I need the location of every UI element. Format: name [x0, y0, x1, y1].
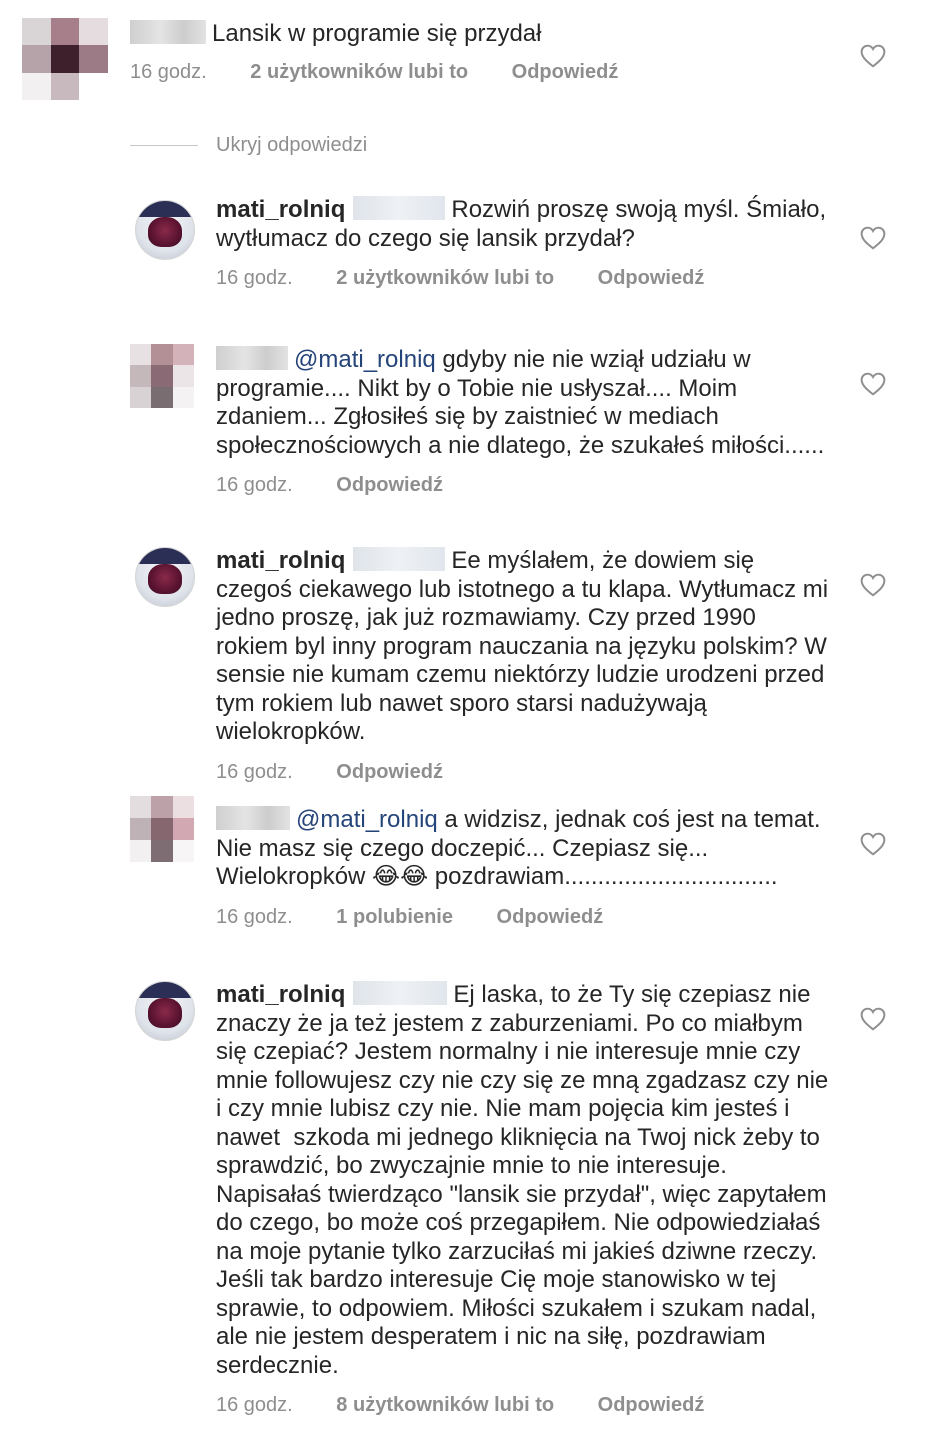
comment-text: mati_rolniq Ej laska, to że Ty się czepia…: [216, 981, 835, 1379]
username[interactable]: mati_rolniq: [216, 547, 345, 574]
avatar-mati-rolniq[interactable]: [135, 981, 195, 1041]
avatar-blurred[interactable]: [130, 796, 194, 862]
heart-icon[interactable]: [860, 573, 886, 597]
username[interactable]: mati_rolniq: [216, 196, 345, 223]
comment-meta: 16 godz. 8 użytkowników lubi to Odpowied…: [216, 1394, 830, 1417]
reply-button[interactable]: Odpowiedź: [598, 1394, 705, 1416]
heart-icon[interactable]: [860, 1007, 886, 1031]
timestamp: 16 godz.: [216, 905, 293, 928]
likes-count[interactable]: 2 użytkowników lubi to: [336, 267, 554, 289]
heart-icon[interactable]: [860, 372, 886, 396]
comment-text: @mati_rolniq a widzisz, jednak coś jest …: [216, 806, 828, 890]
redacted-username: [216, 806, 290, 830]
mention-link[interactable]: @mati_rolniq: [296, 806, 438, 833]
avatar-blurred[interactable]: [130, 344, 194, 408]
comment-meta: 16 godz. 2 użytkowników lubi to Odpowied…: [216, 267, 830, 290]
redacted-tag: [353, 547, 446, 571]
avatar-mati-rolniq[interactable]: [135, 547, 195, 607]
hide-replies-toggle[interactable]: Ukryj odpowiedzi: [130, 134, 367, 157]
avatar-blurred[interactable]: [22, 18, 108, 100]
reply-button[interactable]: Odpowiedź: [512, 61, 619, 83]
comment-meta: 16 godz. Odpowiedź: [216, 761, 830, 784]
timestamp: 16 godz.: [130, 60, 207, 83]
heart-icon[interactable]: [860, 44, 886, 68]
comment-meta: 16 godz. Odpowiedź: [216, 474, 830, 497]
reply-button[interactable]: Odpowiedź: [497, 906, 604, 928]
reply-button[interactable]: Odpowiedź: [336, 761, 443, 783]
hide-replies-label: Ukryj odpowiedzi: [216, 134, 368, 156]
likes-count[interactable]: 2 użytkowników lubi to: [250, 61, 468, 83]
comment-text: mati_rolniq Rozwiń proszę swoją myśl. Śmi…: [216, 196, 833, 252]
mention-link[interactable]: @mati_rolniq: [294, 346, 436, 373]
redacted-tag: [353, 196, 446, 220]
heart-icon[interactable]: [860, 226, 886, 250]
comment-meta: 16 godz. 2 użytkowników lubi to Odpowied…: [130, 61, 830, 84]
avatar-mati-rolniq[interactable]: [135, 200, 195, 260]
comment-text: mati_rolniq Ee myślałem, że dowiem się cz…: [216, 547, 835, 745]
divider-line: [130, 145, 198, 146]
reply-button[interactable]: Odpowiedź: [598, 267, 705, 289]
timestamp: 16 godz.: [216, 1394, 293, 1416]
comment-text: Lansik w programie się przydał: [130, 20, 830, 49]
redacted-username: [130, 20, 206, 44]
heart-icon[interactable]: [860, 832, 886, 856]
timestamp: 16 godz.: [216, 267, 293, 289]
comment-meta: 16 godz. 1 polubienie Odpowiedź: [216, 906, 830, 929]
likes-count[interactable]: 8 użytkowników lubi to: [336, 1394, 554, 1416]
reply-button[interactable]: Odpowiedź: [336, 474, 443, 496]
likes-count[interactable]: 1 polubienie: [336, 906, 453, 928]
redacted-tag: [353, 981, 448, 1005]
comment-text: @mati_rolniq gdyby nie nie wziął udziału…: [216, 346, 825, 459]
timestamp: 16 godz.: [216, 760, 293, 783]
timestamp: 16 godz.: [216, 474, 293, 496]
username[interactable]: mati_rolniq: [216, 981, 345, 1008]
redacted-username: [216, 346, 288, 370]
